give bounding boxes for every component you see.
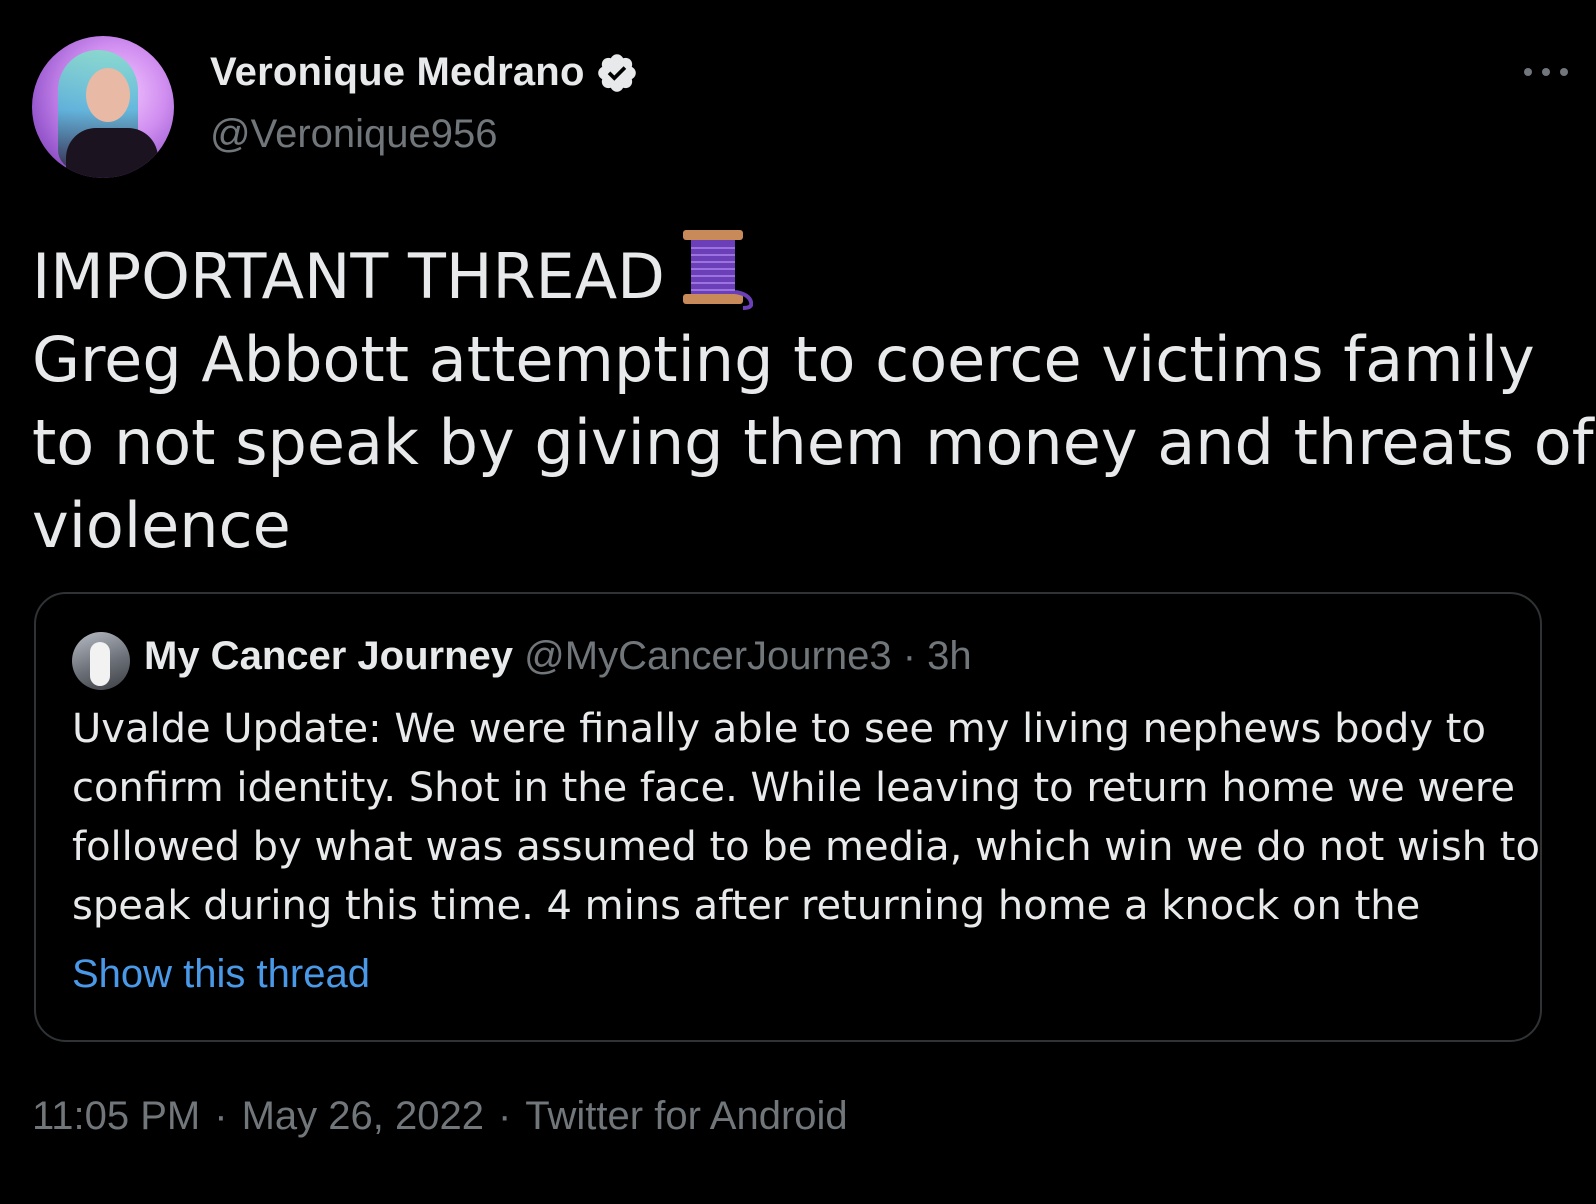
- quoted-timestamp[interactable]: 3h: [927, 634, 972, 678]
- quoted-tweet-text: Uvalde Update: We were finally able to s…: [72, 700, 1540, 936]
- footer-separator: ·: [214, 1094, 228, 1138]
- quoted-text-line-1: Uvalde Update: We were finally able to s…: [72, 706, 1486, 752]
- quoted-text-line-2: confirm identity. Shot in the face. Whil…: [72, 765, 1516, 811]
- avatar-figure: [90, 642, 110, 686]
- tweet-time[interactable]: 11:05 PM: [32, 1094, 200, 1138]
- thread-spool-icon: [682, 230, 753, 310]
- avatar-face: [86, 68, 130, 122]
- more-dot: [1542, 68, 1550, 76]
- tweet-source[interactable]: Twitter for Android: [525, 1094, 847, 1138]
- tweet-date[interactable]: May 26, 2022: [242, 1094, 484, 1138]
- show-thread-link[interactable]: Show this thread: [72, 952, 370, 997]
- tweet-footer: 11:05 PM · May 26, 2022 · Twitter for Androi…: [32, 1094, 848, 1139]
- quoted-separator: ·: [902, 634, 917, 678]
- more-dot: [1560, 68, 1568, 76]
- footer-separator: ·: [497, 1094, 512, 1138]
- quoted-author-name[interactable]: My Cancer Journey: [144, 634, 513, 678]
- quoted-author-handle[interactable]: @MyCancerJourne3: [524, 634, 891, 678]
- avatar-body: [66, 128, 158, 178]
- more-dot: [1524, 68, 1532, 76]
- tweet-text-line-2: Greg Abbott attempting to coerce victims…: [32, 323, 1535, 396]
- quoted-tweet-header: My Cancer Journey @MyCancerJourne3 · 3h: [144, 634, 972, 679]
- verified-badge-icon: [597, 53, 636, 92]
- quoted-text-line-4: speak during this time. 4 mins after ret…: [72, 883, 1421, 929]
- quoted-text-line-3: followed by what was assumed to be media…: [72, 824, 1540, 870]
- quoted-tweet-card[interactable]: My Cancer Journey @MyCancerJourne3 · 3h …: [34, 592, 1542, 1042]
- tweet-text-line-3: to not speak by giving them money and th…: [32, 406, 1594, 479]
- tweet-text-line-1: IMPORTANT THREAD: [32, 240, 665, 313]
- author-name-row[interactable]: Veronique Medrano: [210, 50, 639, 95]
- author-display-name[interactable]: Veronique Medrano: [210, 50, 585, 95]
- tweet-text-line-4: violence: [32, 489, 291, 562]
- quoted-author-avatar[interactable]: [72, 632, 130, 690]
- author-handle[interactable]: @Veronique956: [210, 112, 498, 157]
- tweet-text-line: IMPORTANT THREAD: [32, 228, 1552, 318]
- tweet-detail: Veronique Medrano @Veronique956 IMPORTAN…: [0, 0, 1596, 1204]
- tweet-text: IMPORTANT THREAD Greg Abbott attempting …: [32, 228, 1594, 567]
- author-avatar[interactable]: [32, 36, 174, 178]
- more-options-icon[interactable]: [1524, 58, 1568, 86]
